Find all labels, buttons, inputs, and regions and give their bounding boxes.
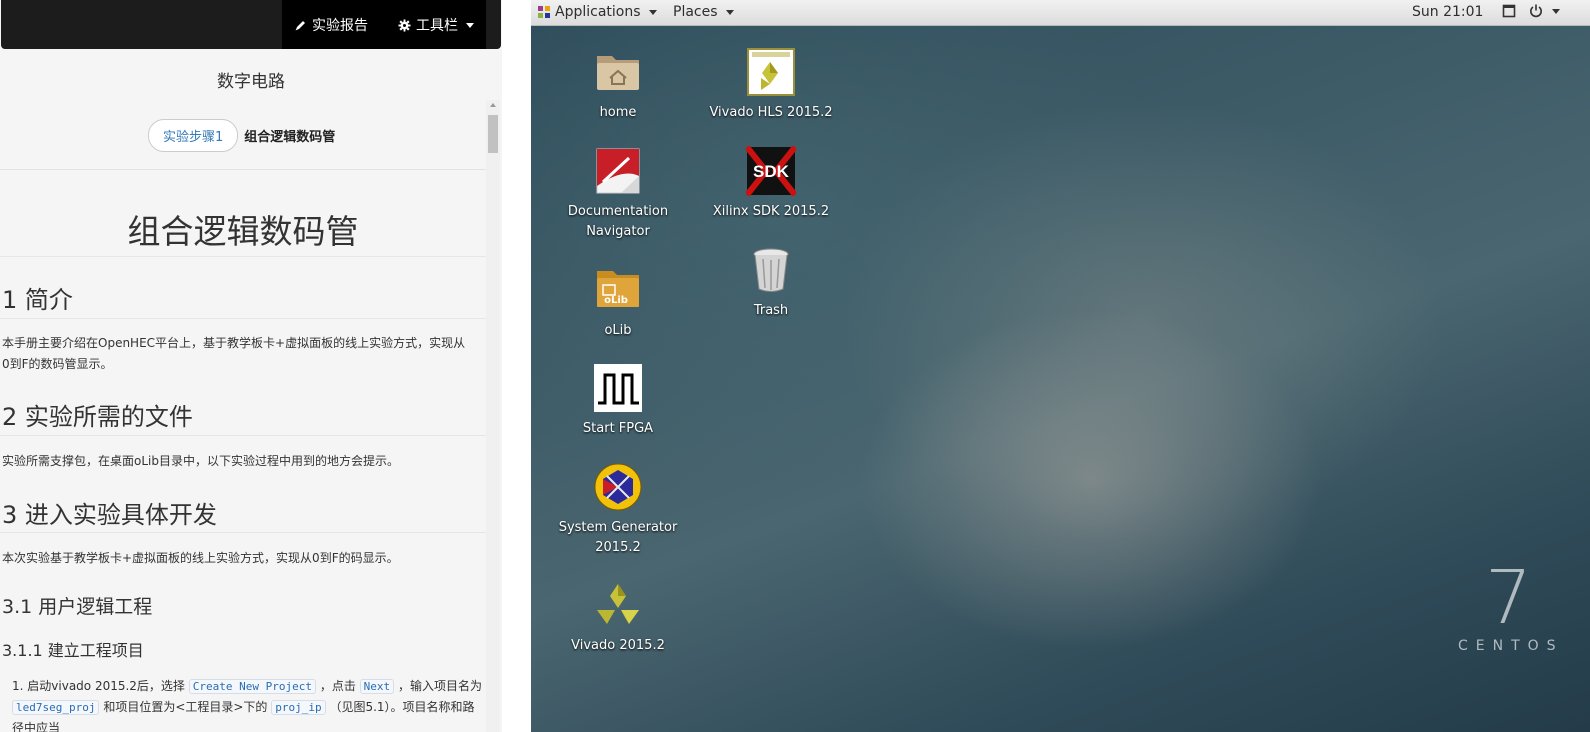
section-paragraph: 本次实验基于教学板卡+虚拟面板的线上实验方式，实现从0到F的码显示。 [2,551,399,565]
list-item: 1. 启动vivado 2015.2后，选择 Create New Projec… [12,676,486,732]
step-1-button[interactable]: 实验步骤1 [148,119,239,152]
divider [0,532,486,533]
centos-logo-icon [538,6,550,18]
section-heading: 1 简介 [2,286,73,314]
icon-label: Start FPGA [582,421,654,436]
desktop-icon-vivado-hls[interactable]: Vivado HLS 2015.2 [706,47,836,123]
places-label: Places [673,4,718,20]
caret-down-icon [1552,8,1560,14]
icon-label: oLib [604,323,632,338]
inline-code: led7seg_proj [12,700,100,715]
power-menu[interactable] [1528,3,1560,19]
lab-report-button[interactable]: 实验报告 [294,15,368,35]
step-title: 组合逻辑数码管 [244,130,336,145]
section-paragraph: 本手册主要介绍在OpenHEC平台上，基于教学板卡+虚拟面板的线上实验方式，实现… [2,336,466,371]
places-menu[interactable]: Places [673,4,734,20]
system-generator-icon [593,462,643,512]
scrollbar[interactable] [486,100,500,732]
document-title: 组合逻辑数码管 [127,212,359,251]
section-heading: 2 实验所需的文件 [2,403,193,431]
power-icon [1530,4,1542,18]
desktop-icon-olib[interactable]: oLib oLib [553,265,683,341]
svg-text:SDK: SDK [753,162,790,181]
clock-label: Sun 21:01 [1412,4,1484,20]
window-icon [1502,4,1516,18]
divider [0,256,486,257]
desktop-icon-vivado[interactable]: Vivado 2015.2 [553,580,683,656]
folder-home-icon [593,47,643,97]
desktop-icon-trash[interactable]: Trash [706,245,836,321]
icon-label: System Generator 2015.2 [558,520,678,555]
step-breadcrumb: 实验步骤1 组合逻辑数码管 [148,119,335,152]
caret-down-icon [466,22,474,28]
desktop-background [531,0,1590,732]
documentation-navigator-icon [593,146,643,196]
trash-icon [746,245,796,295]
subsection-heading: 3.1 用户逻辑工程 [2,596,153,618]
centos-wordmark: CENTOS [1458,638,1564,654]
clock[interactable]: Sun 21:01 [1412,4,1483,20]
folder-olib-icon: oLib [593,265,643,315]
caret-down-icon [648,9,657,15]
applications-label: Applications [555,4,641,20]
desktop-icon-start-fpga[interactable]: Start FPGA [553,363,683,439]
desktop-icon-xilinx-sdk[interactable]: SDK Xilinx SDK 2015.2 [706,145,836,222]
inline-code: proj_ip [271,700,326,715]
list-text: 启动vivado 2015.2后，选择 [27,679,185,693]
toolbar-label: 工具栏 [416,18,458,34]
icon-label: home [599,105,637,120]
toolbar-dropdown[interactable]: 工具栏 [398,15,474,35]
experiment-panel: 实验报告 工具栏 数字电路 实验步骤1 组合逻辑数码管 组合逻辑数码管 1 简介… [0,0,502,732]
xilinx-sdk-icon: SDK [744,145,798,197]
icon-label: Documentation Navigator [567,204,669,239]
pencil-icon [295,20,305,30]
gnome-top-bar: Applications Places Sun 21:01 [531,0,1590,26]
section-heading: 3 进入实验具体开发 [2,501,217,529]
list-text: 和项目位置为<工程目录>下的 [103,700,268,714]
applications-menu[interactable]: Applications [537,4,657,20]
subsubsection-heading: 3.1.1 建立工程项目 [2,641,144,660]
icon-label: Trash [753,303,789,318]
start-fpga-icon [593,363,643,413]
gear-icon [398,18,411,32]
window-overview-button[interactable] [1502,4,1516,18]
divider [0,435,486,436]
divider [0,169,486,170]
list-text: ，点击 [319,679,356,693]
desktop-icon-documentation-navigator[interactable]: Documentation Navigator [553,146,683,242]
scroll-up-arrow-icon[interactable] [490,103,496,107]
list-number: 1. [12,679,24,693]
course-title: 数字电路 [217,72,285,92]
divider [0,318,486,319]
icon-label: Vivado 2015.2 [571,638,665,653]
icon-label: Vivado HLS 2015.2 [709,105,833,120]
desktop-icon-system-generator[interactable]: System Generator 2015.2 [553,462,683,558]
lab-report-label: 实验报告 [312,18,368,34]
scrollbar-thumb[interactable] [488,115,498,153]
desktop-icon-home[interactable]: home [553,47,683,123]
vivado-icon [593,580,643,630]
inline-code: Create New Project [188,679,316,694]
centos-version-watermark: 7 [1485,555,1533,641]
list-text: ，输入项目名为 [397,679,482,693]
vivado-hls-icon [746,47,796,97]
section-paragraph: 实验所需支撑包，在桌面oLib目录中，以下实验过程中用到的地方会提示。 [2,454,399,468]
icon-label: Xilinx SDK 2015.2 [712,204,830,219]
svg-text:oLib: oLib [604,295,628,306]
inline-code: Next [359,679,395,694]
caret-down-icon [725,9,734,15]
